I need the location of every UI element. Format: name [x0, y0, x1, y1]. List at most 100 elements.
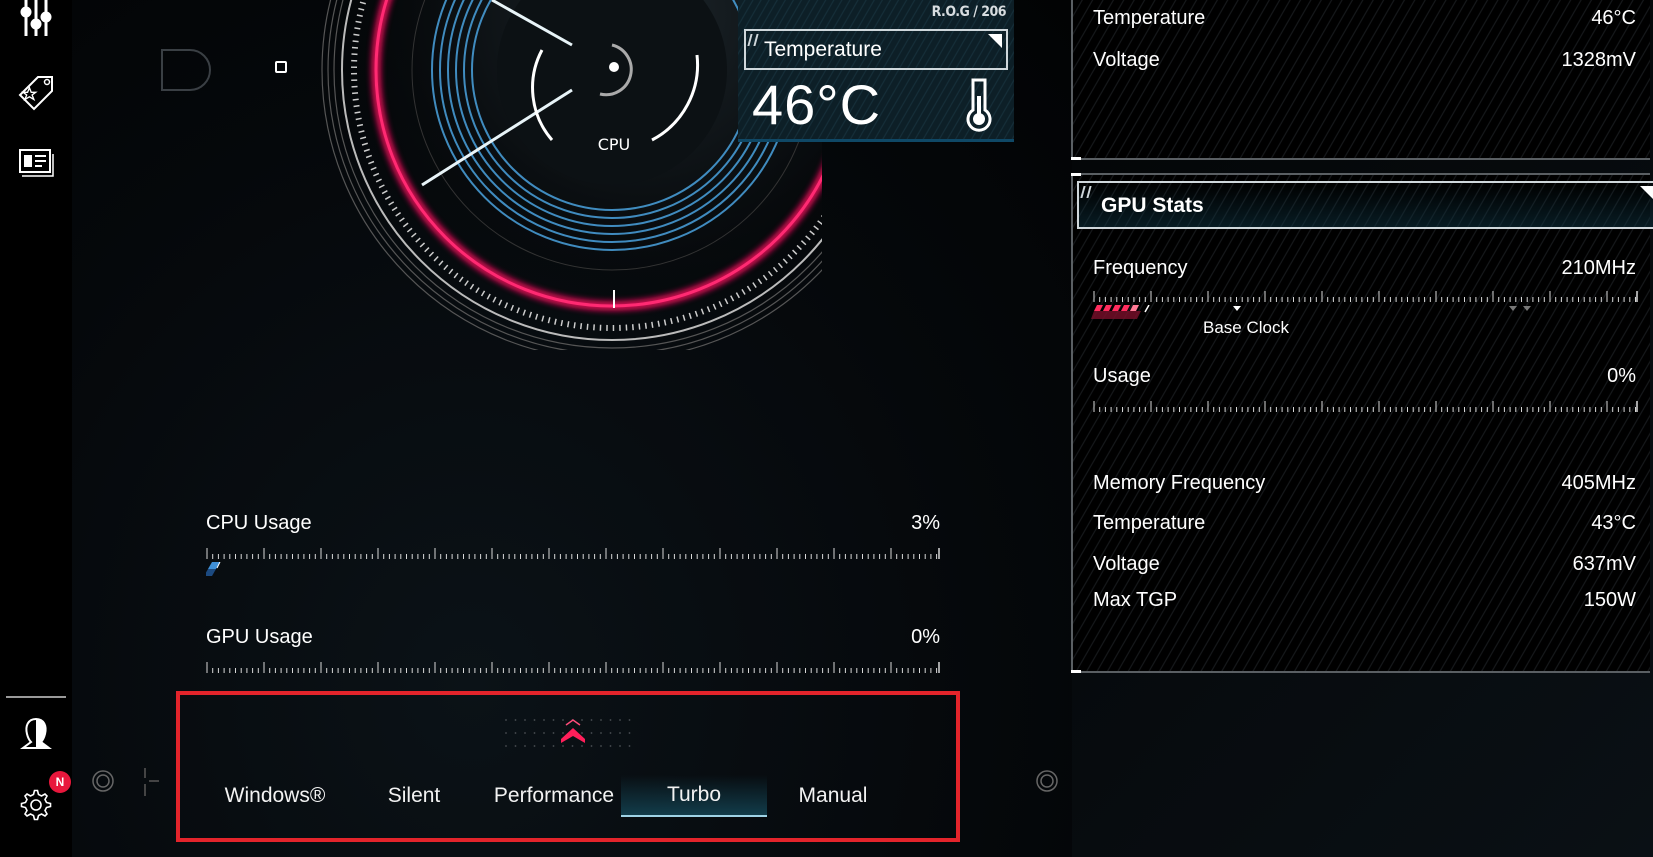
- hud-d-shape-icon: [161, 49, 211, 91]
- notification-badge[interactable]: N: [49, 771, 71, 793]
- rog-tag: R.O.G / 206: [931, 4, 1007, 20]
- indicator-dot: [590, 732, 593, 734]
- sidebar-item-settings[interactable]: [18, 787, 54, 823]
- gpu-frequency-ruler: [1093, 291, 1638, 302]
- sidebar-item-news[interactable]: [18, 145, 54, 181]
- cpu-gauge: CPU: [321, 0, 822, 350]
- boost-marker: [1523, 306, 1531, 311]
- operating-mode-selector: Windows® Silent Performance Turbo Manual: [176, 691, 960, 842]
- indicator-dot: [543, 732, 545, 734]
- temperature-card: R.O.G / 206 Temperature 46°C: [738, 0, 1014, 142]
- gpu-usage-stat-value: 0%: [1607, 365, 1636, 387]
- gpu-stat-row: Memory Frequency 405MHz: [1093, 472, 1636, 498]
- gpu-frequency-row: Frequency 210MHz: [1093, 257, 1636, 283]
- sidebar: N: [0, 0, 72, 857]
- indicator-dot: [609, 719, 612, 721]
- base-clock-marker: [1233, 306, 1241, 311]
- gpu-stat-value: 150W: [1583, 589, 1636, 611]
- gpu-usage-label: GPU Usage: [206, 626, 313, 648]
- gpu-stat-label: Memory Frequency: [1093, 472, 1266, 494]
- indicator-dot: [571, 745, 574, 747]
- mode-tab-turbo[interactable]: Turbo: [621, 775, 767, 817]
- chevron-up-icon: [561, 719, 585, 743]
- gpu-usage-value: 0%: [911, 626, 940, 648]
- indicator-dot: [590, 719, 593, 721]
- temperature-label: Temperature: [764, 38, 882, 61]
- gauge-label: CPU: [598, 135, 631, 154]
- indicator-dot: [619, 719, 621, 721]
- indicator-dot: [524, 732, 526, 734]
- crosshair-decoration: [144, 768, 159, 796]
- gpu-stat-label: Voltage: [1093, 553, 1160, 575]
- header-corner-decoration: [1640, 186, 1653, 200]
- sidebar-item-system-configuration[interactable]: [18, 0, 54, 36]
- gpu-stat-row: Max TGP 150W: [1093, 589, 1636, 615]
- gpu-usage-stat-label: Usage: [1093, 365, 1151, 387]
- boost-marker: [1509, 306, 1517, 311]
- indicator-dot: [514, 719, 517, 721]
- base-clock-label: Base Clock: [1203, 318, 1289, 337]
- indicator-dot: [581, 745, 583, 747]
- gpu-frequency-value: 210MHz: [1561, 257, 1636, 279]
- indicator-dot: [505, 732, 507, 734]
- gpu-stat-value: 43°C: [1591, 512, 1636, 534]
- gpu-stat-label: Max TGP: [1093, 589, 1178, 611]
- header-tick-decoration: [747, 34, 759, 46]
- indicator-dot: [505, 745, 507, 747]
- user-profile-icon: [20, 717, 52, 749]
- cpu-stat-value: 46°C: [1591, 7, 1636, 29]
- cpu-usage-fill: [206, 562, 221, 576]
- cpu-stat-row: Temperature 46°C: [1093, 7, 1636, 33]
- gpu-stats-header: GPU Stats: [1077, 181, 1653, 229]
- indicator-dot: [514, 732, 517, 734]
- gpu-stat-label: Temperature: [1093, 512, 1206, 534]
- indicator-dot: [628, 719, 631, 721]
- tag-star-icon: [18, 76, 53, 111]
- cpu-stat-label: Voltage: [1093, 49, 1160, 71]
- indicator-dot: [533, 719, 536, 721]
- gpu-stat-value: 637mV: [1572, 553, 1636, 575]
- cpu-usage-ruler: [206, 548, 940, 559]
- cpu-stat-row: Voltage 1328mV: [1093, 49, 1636, 75]
- mode-tab-silent[interactable]: Silent: [341, 775, 487, 817]
- mode-tab-windows[interactable]: Windows®: [202, 775, 348, 817]
- indicator-dot: [562, 745, 564, 747]
- cpu-stat-label: Temperature: [1093, 7, 1206, 29]
- indicator-dot: [552, 719, 555, 721]
- gpu-stat-value: 405MHz: [1561, 472, 1636, 494]
- gpu-frequency-fill: [1091, 305, 1150, 319]
- gpu-stat-row: Voltage 637mV: [1093, 553, 1636, 579]
- stats-panel: Temperature 46°C Voltage 1328mV GPU Stat…: [1071, 0, 1653, 857]
- indicator-dot: [628, 745, 631, 747]
- cpu-stats-panel: Temperature 46°C Voltage 1328mV: [1071, 0, 1650, 160]
- indicator-dot: [543, 745, 545, 747]
- indicator-dot: [600, 732, 602, 734]
- gpu-stats-panel: GPU Stats Frequency 210MHz Base Clock Us…: [1071, 173, 1653, 673]
- indicator-dot: [609, 745, 612, 747]
- header-tick-decoration: [1080, 186, 1092, 198]
- sidebar-item-deals[interactable]: [18, 75, 54, 111]
- gpu-usage-ruler: [206, 662, 940, 673]
- indicator-dot: [619, 745, 621, 747]
- temperature-value: 46°C: [752, 73, 882, 136]
- temperature-card-header: Temperature: [744, 29, 1008, 70]
- main-dashboard: CPU R.O.G / 206 Temperature 46°C CPU Usa…: [72, 0, 1072, 857]
- cpu-usage-label: CPU Usage: [206, 512, 312, 534]
- indicator-dot: [600, 719, 602, 721]
- cpu-usage-value: 3%: [911, 512, 940, 534]
- gear-icon: [20, 789, 52, 821]
- indicator-dot: [514, 745, 517, 747]
- indicator-dot: [600, 745, 602, 747]
- indicator-dot: [524, 745, 526, 747]
- indicator-dot: [628, 732, 631, 734]
- indicator-dot: [505, 719, 507, 721]
- gpu-stats-title: GPU Stats: [1101, 194, 1204, 217]
- sidebar-item-user-profile[interactable]: [18, 716, 54, 752]
- mode-tab-performance[interactable]: Performance: [481, 775, 627, 817]
- indicator-dot: [552, 745, 555, 747]
- mode-tab-manual[interactable]: Manual: [760, 775, 906, 817]
- indicator-dot: [543, 719, 545, 721]
- indicator-dot: [552, 732, 555, 734]
- gpu-frequency-label: Frequency: [1093, 257, 1188, 279]
- indicator-dot: [609, 732, 612, 734]
